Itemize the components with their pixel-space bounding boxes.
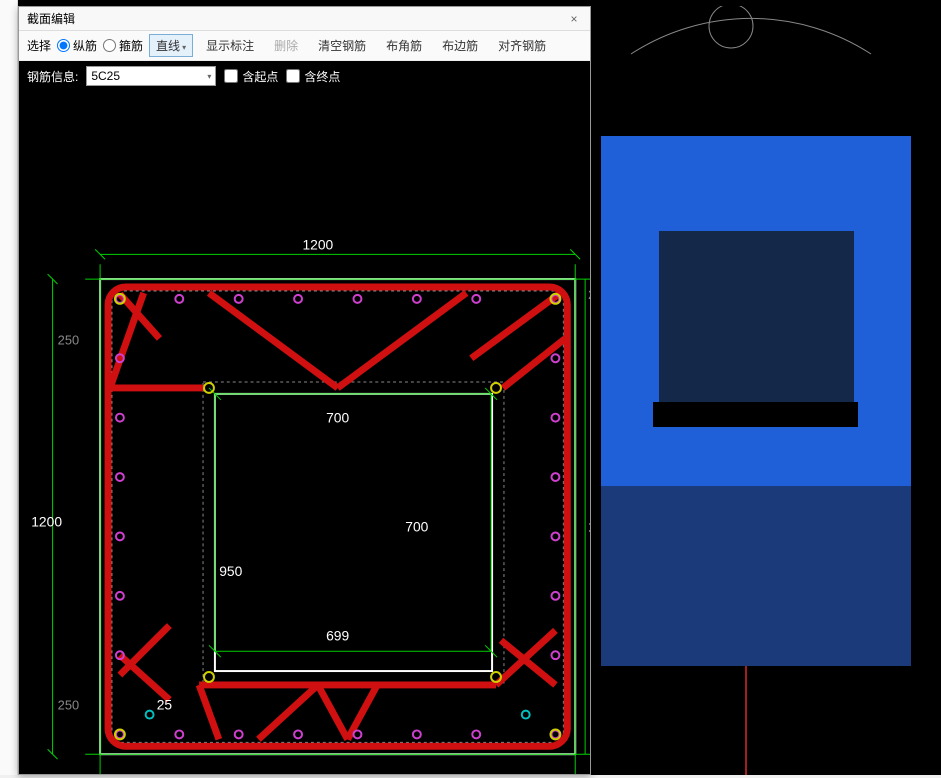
dim-inner-right: 700 [405, 518, 428, 534]
chevron-down-icon: ▾ [182, 43, 186, 52]
clear-rebar-button[interactable]: 清空钢筋 [311, 34, 373, 57]
edge-bar-button[interactable]: 布边筋 [435, 34, 485, 57]
rebar-value-text: 5C25 [91, 69, 120, 83]
dim-inner-left: 950 [219, 563, 242, 579]
toolbar-main: 选择 纵筋 箍筋 直线▾ 显示标注 删除 清空钢筋 布角筋 布边筋 对齐钢筋 [19, 31, 590, 61]
section-canvas[interactable]: 1200 1200 1200 700 700 950 699 699 949 2… [19, 91, 590, 774]
dim-inner-bottom: 699 [326, 627, 349, 643]
corner-bar-button[interactable]: 布角筋 [379, 34, 429, 57]
dim-right: 1200 [588, 518, 590, 534]
show-anno-button[interactable]: 显示标注 [199, 34, 261, 57]
include-start-checkbox[interactable]: 含起点 [224, 68, 278, 85]
close-button[interactable]: × [566, 11, 582, 27]
toolbar-rebar-info: 钢筋信息: 5C25 ▾ 含起点 含终点 [19, 61, 590, 91]
dim-inner-top: 700 [326, 410, 349, 426]
dim-tl-250: 250 [58, 332, 79, 347]
section-editor-dialog: 截面编辑 × 选择 纵筋 箍筋 直线▾ 显示标注 删除 清空钢筋 布角筋 布边筋… [18, 6, 591, 775]
select-label: 选择 [27, 37, 51, 54]
radio-longi[interactable]: 纵筋 [57, 37, 97, 54]
dialog-title: 截面编辑 [27, 10, 566, 27]
rebar-info-label: 钢筋信息: [27, 68, 78, 85]
rebar-value-dropdown[interactable]: 5C25 ▾ [86, 66, 216, 86]
dim-25: 25 [157, 697, 173, 713]
radio-stirrup[interactable]: 箍筋 [103, 37, 143, 54]
line-button[interactable]: 直线▾ [149, 34, 193, 57]
dialog-titlebar: 截面编辑 × [19, 7, 590, 31]
align-bar-button[interactable]: 对齐钢筋 [491, 34, 553, 57]
dim-rr-250: 250 [588, 287, 590, 302]
3d-preview[interactable] [591, 6, 941, 775]
include-end-checkbox[interactable]: 含终点 [286, 68, 340, 85]
dim-top: 1200 [302, 236, 333, 252]
dim-bl-250: 250 [58, 698, 79, 713]
left-sidebar-strip [0, 0, 18, 775]
chevron-down-icon: ▾ [207, 72, 211, 81]
dim-left: 1200 [31, 514, 62, 530]
delete-button: 删除 [267, 34, 305, 57]
